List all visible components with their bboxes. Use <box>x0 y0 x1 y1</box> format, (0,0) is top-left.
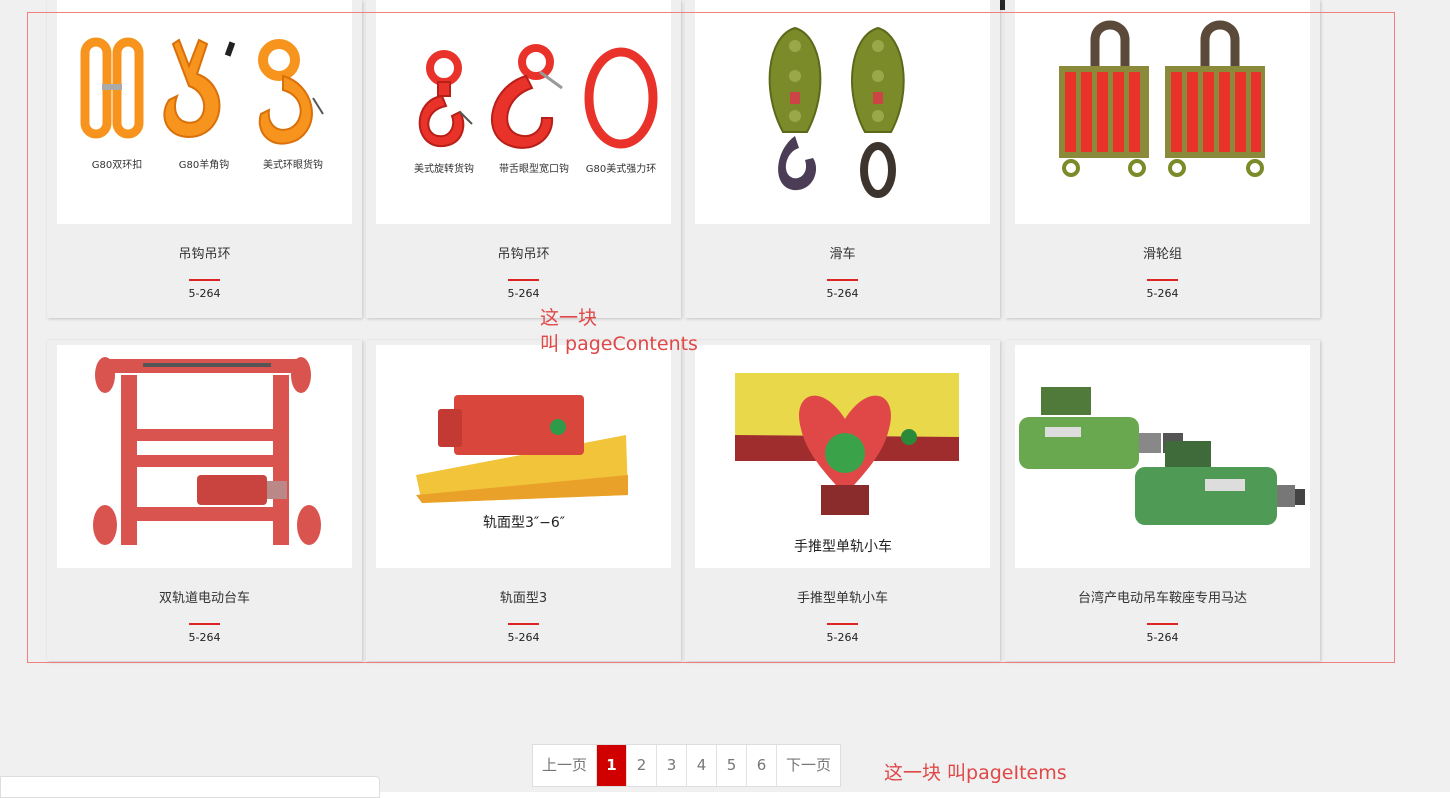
name-divider <box>1147 623 1178 625</box>
product-image[interactable] <box>1015 345 1310 568</box>
image-caption: G80美式强力环 <box>586 162 656 175</box>
product-name[interactable]: 双轨道电动台车 <box>47 587 362 606</box>
annotation-line: 这一块 <box>540 307 598 329</box>
page-button-1[interactable]: 1 <box>597 745 628 786</box>
product-image[interactable] <box>695 0 990 224</box>
image-caption: 美式环眼货钩 <box>263 158 323 171</box>
product-code: 5-264 <box>1146 287 1179 300</box>
product-code: 5-264 <box>188 631 221 644</box>
page-button-5[interactable]: 5 <box>717 745 748 786</box>
annotation-line: 叫 pageContents <box>540 333 698 355</box>
product-card[interactable]: 台湾产电动吊车鞍座专用马达 5-264 <box>1005 340 1320 661</box>
product-image[interactable]: 手推型单轨小车 <box>695 345 990 568</box>
next-page-button[interactable]: 下一页 <box>777 745 840 786</box>
product-code: 5-264 <box>1146 631 1179 644</box>
product-card[interactable]: G80双环扣 G80羊角钩 美式环眼货钩 吊钩吊环 5-264 <box>47 0 362 318</box>
name-divider <box>1147 279 1178 281</box>
product-name[interactable]: 滑轮组 <box>1005 243 1320 262</box>
product-name[interactable]: 滑车 <box>685 243 1000 262</box>
page-contents-annotation: 这一块 叫 pageContents <box>540 305 698 357</box>
prev-page-button[interactable]: 上一页 <box>533 745 598 786</box>
product-code: 5-264 <box>507 631 540 644</box>
bottom-panel-tab[interactable] <box>0 776 380 798</box>
product-image[interactable] <box>57 345 352 568</box>
name-divider <box>508 279 539 281</box>
page-button-6[interactable]: 6 <box>747 745 778 786</box>
product-card[interactable]: 美式旋转货钩 带舌眼型宽口钩 G80美式强力环 吊钩吊环 5-264 <box>366 0 681 318</box>
product-card[interactable]: 滑车 5-264 <box>685 0 1000 318</box>
image-caption: G80双环扣 <box>92 158 142 171</box>
product-code: 5-264 <box>507 287 540 300</box>
product-card[interactable]: 轨面型3″−6″ 轨面型3 5-264 <box>366 340 681 661</box>
product-card[interactable]: 手推型单轨小车 手推型单轨小车 5-264 <box>685 340 1000 661</box>
pagination: 上一页 1 2 3 4 5 6 下一页 <box>532 744 842 787</box>
image-caption: 美式旋转货钩 <box>414 162 474 175</box>
name-divider <box>189 279 220 281</box>
product-code: 5-264 <box>826 631 859 644</box>
product-card[interactable]: 双轨道电动台车 5-264 <box>47 340 362 661</box>
page-button-3[interactable]: 3 <box>657 745 688 786</box>
product-name[interactable]: 吊钩吊环 <box>47 243 362 262</box>
product-code: 5-264 <box>188 287 221 300</box>
product-name[interactable]: 吊钩吊环 <box>366 243 681 262</box>
page-items-annotation: 这一块 叫pageItems <box>884 762 1067 784</box>
name-divider <box>827 279 858 281</box>
product-image[interactable]: 美式旋转货钩 带舌眼型宽口钩 G80美式强力环 <box>376 0 671 224</box>
page-button-2[interactable]: 2 <box>627 745 658 786</box>
product-image[interactable]: 轨面型3″−6″ <box>376 345 671 568</box>
image-caption: 带舌眼型宽口钩 <box>499 162 569 175</box>
product-name[interactable]: 轨面型3 <box>366 587 681 606</box>
page-button-4[interactable]: 4 <box>687 745 718 786</box>
image-caption: G80羊角钩 <box>179 158 229 171</box>
image-caption: 轨面型3″−6″ <box>483 515 565 531</box>
product-code: 5-264 <box>826 287 859 300</box>
product-image[interactable] <box>1015 0 1310 224</box>
product-card[interactable]: 滑轮组 5-264 <box>1005 0 1320 318</box>
product-name[interactable]: 手推型单轨小车 <box>685 587 1000 606</box>
product-image[interactable]: G80双环扣 G80羊角钩 美式环眼货钩 <box>57 0 352 224</box>
image-caption: 手推型单轨小车 <box>794 538 892 555</box>
name-divider <box>508 623 539 625</box>
product-name[interactable]: 台湾产电动吊车鞍座专用马达 <box>1005 587 1320 606</box>
name-divider <box>189 623 220 625</box>
name-divider <box>827 623 858 625</box>
